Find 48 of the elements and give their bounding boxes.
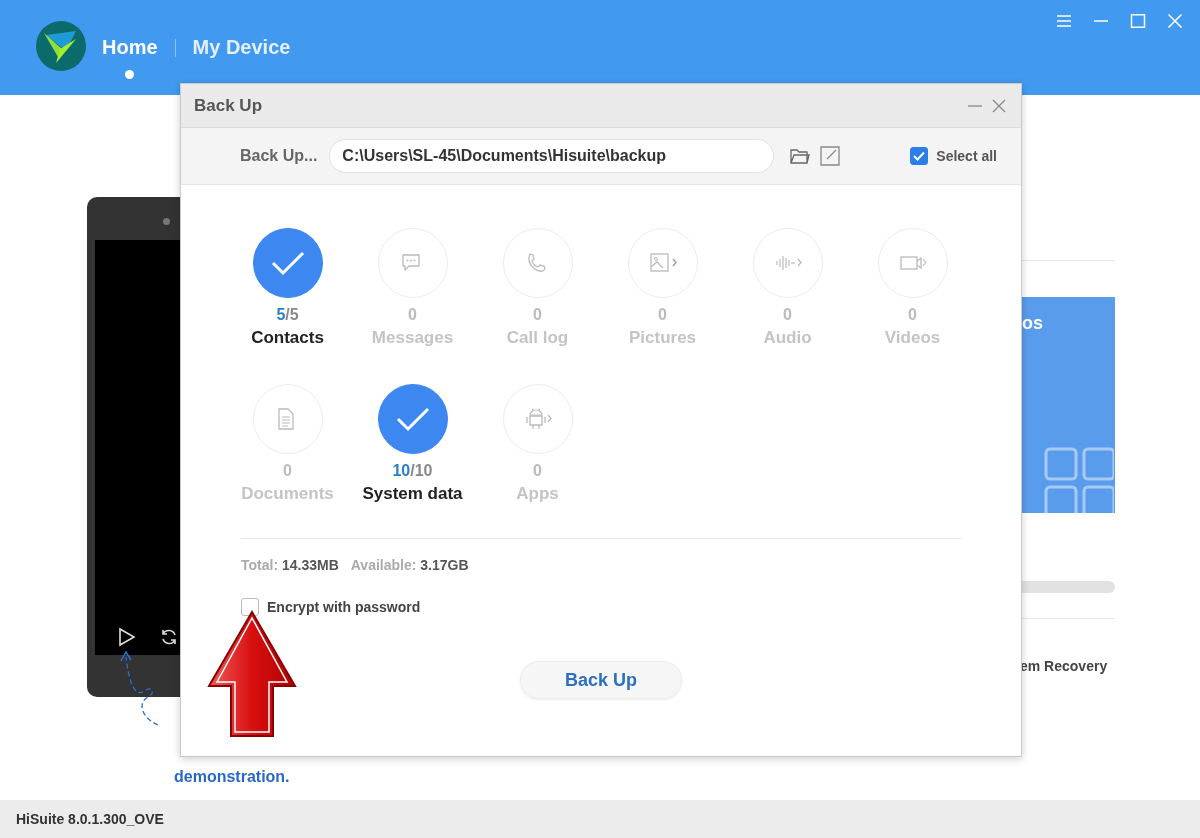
storage-text: Total: 14.33MB	[241, 557, 339, 573]
path-field[interactable]: C:\Users\SL-45\Documents\Hisuite\backup	[329, 139, 775, 173]
close-icon[interactable]	[991, 97, 1007, 114]
item-count: 10/10	[392, 462, 433, 480]
category-label: System data	[362, 483, 463, 505]
item-count: 0	[533, 462, 542, 480]
item-count: 0	[283, 462, 292, 480]
category-label: Documents	[241, 483, 334, 505]
checkbox[interactable]	[241, 598, 259, 616]
category-label: Pictures	[628, 327, 697, 349]
item-count: 0	[408, 306, 417, 324]
version-text: HiSuite 8.0.1.300_OVE	[16, 811, 164, 827]
item-count: 0	[658, 306, 667, 324]
item-count: 5/5	[276, 306, 299, 324]
edit-icon[interactable]	[820, 146, 841, 166]
category-label: Apps	[516, 483, 559, 505]
hint-text: demonstration.	[174, 767, 291, 787]
maximize-icon[interactable]	[1130, 14, 1146, 28]
checkbox-label: Encrypt with password	[267, 599, 421, 615]
item-count: 0	[783, 306, 792, 324]
card-title: os	[1022, 313, 1044, 334]
check-icon	[395, 406, 430, 432]
robot-icon	[523, 407, 552, 431]
storage-text: Available: 3.17GB	[350, 557, 469, 573]
checkbox-label: Select all	[936, 148, 997, 164]
category-label: Call log	[506, 327, 569, 349]
feature-card[interactable]: os	[1020, 297, 1115, 513]
category-label: Contacts	[251, 327, 324, 349]
rotate-icon[interactable]	[159, 627, 179, 647]
checkbox[interactable]	[910, 147, 929, 165]
category-label: Videos	[884, 327, 941, 349]
item-count: 0	[908, 306, 917, 324]
image-icon	[648, 251, 677, 275]
path-label: Back Up...	[240, 147, 318, 165]
play-icon[interactable]	[117, 627, 137, 647]
camera-dot	[163, 218, 170, 225]
category-label: Messages	[371, 327, 454, 349]
grid-icon	[1044, 447, 1114, 513]
item-count: 0	[533, 306, 542, 324]
folder-icon[interactable]	[790, 147, 811, 165]
menu-icon[interactable]	[1056, 14, 1072, 28]
nav-tab[interactable]: Home	[102, 34, 158, 79]
logo-icon	[36, 21, 86, 71]
dialog-title: Back Up	[194, 95, 263, 116]
check-icon	[270, 250, 305, 276]
nav-tab[interactable]: My Device	[192, 34, 291, 60]
back-up-button[interactable]: Back Up	[520, 661, 682, 699]
category-label: Audio	[763, 327, 812, 349]
